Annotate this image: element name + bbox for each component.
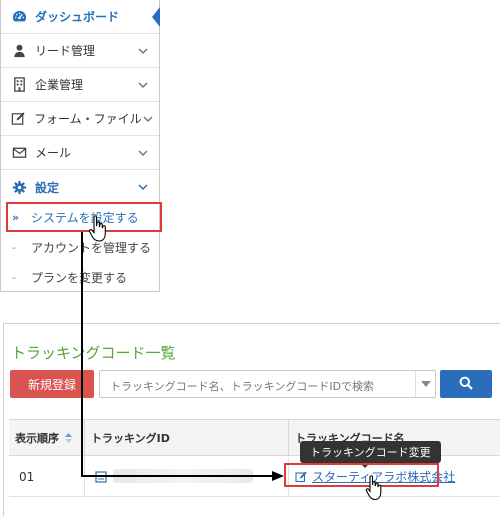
table-cell-order: 01 xyxy=(9,457,85,497)
active-indicator xyxy=(152,7,160,27)
sidebar-item-leads[interactable]: リード管理 xyxy=(1,34,159,68)
submenu-item-plan[interactable]: - プランを変更する xyxy=(1,262,159,293)
table-cell-tracking-name: スターティアラボ株式会社 xyxy=(289,457,500,497)
sidebar-item-label: リード管理 xyxy=(35,44,96,58)
user-icon xyxy=(11,43,27,59)
chevron-down-icon xyxy=(137,45,149,57)
chevron-down-icon xyxy=(137,147,149,159)
hand-cursor-icon xyxy=(88,215,106,242)
sidebar-item-label: ダッシュボード xyxy=(35,10,120,24)
chevron-down-icon xyxy=(137,181,149,193)
sidebar-item-label: フォーム・ファイル xyxy=(34,112,142,126)
submenu-item-label: プランを変更する xyxy=(31,271,128,285)
page-title: トラッキングコード一覧 xyxy=(11,344,176,362)
submenu-item-system-settings[interactable]: » システムを設定する xyxy=(1,202,159,233)
dropdown-caret-icon[interactable] xyxy=(415,371,435,397)
redacted-tracking-id xyxy=(113,469,253,483)
new-registration-button[interactable]: 新規登録 xyxy=(10,370,94,398)
table-cell-tracking-id xyxy=(85,457,289,497)
sidebar-menu: ダッシュボード リード管理 企業管理 フォーム・ファイル メール 設定 » シス… xyxy=(0,0,160,292)
edit-tooltip: トラッキングコード変更 xyxy=(300,441,441,468)
edit-icon xyxy=(11,111,26,127)
submenu-bullet: - xyxy=(12,271,16,284)
copy-icon[interactable] xyxy=(95,470,107,483)
hand-cursor-icon xyxy=(365,475,382,501)
tracking-code-table: 表示順序 トラッキングID トラッキングコード名 01 スターティアラボ株式会社 xyxy=(9,419,500,516)
submenu-item-label: システムを設定する xyxy=(31,211,139,225)
dashboard-icon xyxy=(11,9,27,25)
gear-icon xyxy=(11,179,27,195)
search-placeholder: トラッキングコード名、トラッキングコードIDで検索 xyxy=(110,380,375,393)
sidebar-item-label: メール xyxy=(35,146,72,160)
sidebar-item-companies[interactable]: 企業管理 xyxy=(1,68,159,102)
search-icon xyxy=(459,375,473,394)
mail-icon xyxy=(11,145,27,161)
submenu-item-account[interactable]: - アカウントを管理する xyxy=(1,232,159,263)
column-header-tracking-id: トラッキングID xyxy=(85,420,289,456)
search-input[interactable]: トラッキングコード名、トラッキングコードIDで検索 xyxy=(99,370,436,398)
tracking-code-panel: トラッキングコード一覧 新規登録 トラッキングコード名、トラッキングコードIDで… xyxy=(3,323,500,516)
sidebar-item-settings[interactable]: 設定 xyxy=(1,170,159,204)
edit-icon[interactable] xyxy=(295,470,308,483)
column-header-label: 表示順序 xyxy=(15,431,59,445)
row-order: 01 xyxy=(19,469,35,484)
search-button[interactable] xyxy=(440,370,492,398)
sort-icon[interactable] xyxy=(65,432,72,443)
chevron-down-icon xyxy=(142,113,154,125)
column-header-label: トラッキングID xyxy=(91,431,170,445)
sidebar-item-label: 企業管理 xyxy=(35,78,84,92)
chevron-down-icon xyxy=(137,79,149,91)
sidebar-item-mail[interactable]: メール xyxy=(1,136,159,170)
submenu-bullet: - xyxy=(12,241,16,254)
submenu-bullet: » xyxy=(12,211,20,224)
building-icon xyxy=(11,77,27,93)
column-header-order[interactable]: 表示順序 xyxy=(9,420,85,456)
sidebar-item-forms-files[interactable]: フォーム・ファイル xyxy=(1,102,159,136)
sidebar-item-dashboard[interactable]: ダッシュボード xyxy=(1,0,160,34)
sidebar-item-label: 設定 xyxy=(35,180,60,195)
